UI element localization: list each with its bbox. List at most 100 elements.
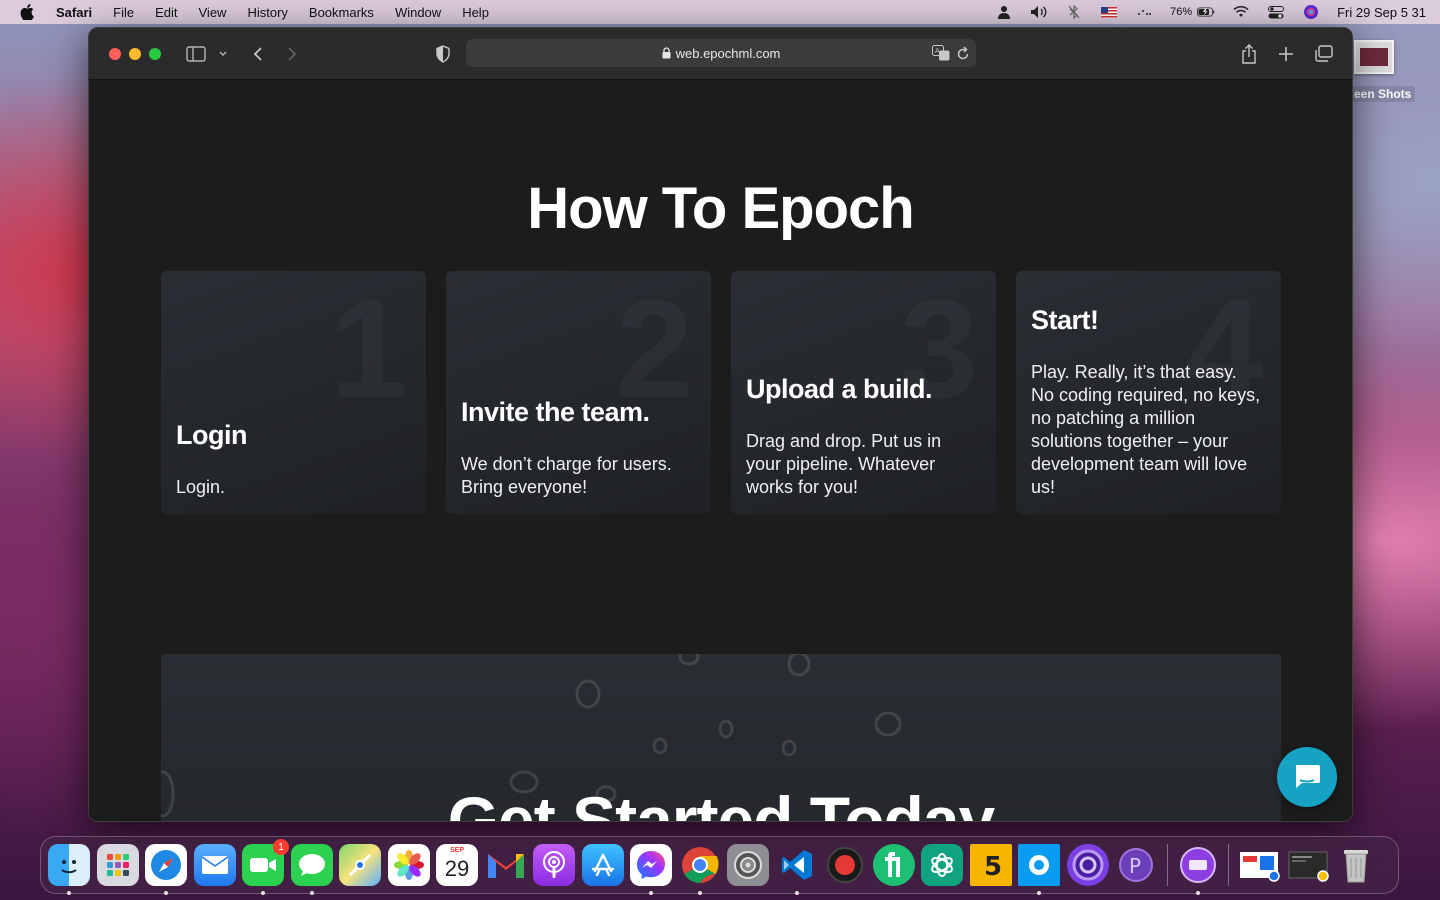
launchpad-icon[interactable] — [96, 844, 139, 886]
minimize-window-button[interactable] — [129, 48, 141, 60]
back-icon[interactable] — [252, 44, 264, 64]
card-heading: Start! — [1031, 305, 1099, 335]
window-stack-icon[interactable] — [1287, 844, 1329, 886]
svg-text:5: 5 — [984, 852, 1002, 881]
chatgpt-icon[interactable] — [921, 844, 963, 886]
gmail-icon[interactable] — [485, 844, 527, 886]
card-content: Upload a build. Drag and drop. Put us in… — [746, 374, 978, 499]
dock: 1 SEP 29 5 P — [40, 836, 1399, 895]
calendar-icon[interactable]: SEP 29 — [436, 844, 478, 886]
get-started-heading: Get Started Today — [447, 783, 996, 822]
folder-label: een Shots — [1350, 86, 1416, 102]
chat-widget-button[interactable] — [1277, 747, 1337, 807]
volume-icon[interactable] — [1030, 5, 1048, 19]
calendar-month: SEP — [449, 847, 464, 854]
tab-overview-icon[interactable] — [1314, 44, 1334, 64]
finder-icon[interactable] — [48, 844, 90, 895]
address-bar[interactable]: web.epochml.com A — [466, 39, 976, 67]
card-description: Play. Really, it’s that easy. No coding … — [1031, 362, 1261, 497]
share-icon[interactable] — [1241, 44, 1257, 64]
card-content: Start! Play. Really, it’s that easy. No … — [1031, 305, 1263, 499]
menu-history[interactable]: History — [247, 5, 287, 20]
mail-icon[interactable] — [193, 844, 236, 886]
fiverr-icon[interactable] — [872, 844, 915, 886]
dock-separator — [1228, 844, 1229, 886]
privacy-shield-icon[interactable] — [435, 44, 451, 64]
step-card-login: 1 Login Login. — [161, 271, 426, 514]
web-page: How To Epoch 1 Login Login. 2 Invite the… — [89, 81, 1352, 822]
url-text: web.epochml.com — [675, 45, 781, 61]
close-window-button[interactable] — [109, 48, 121, 60]
dots-menu-icon[interactable] — [1135, 5, 1153, 19]
step-card-invite: 2 Invite the team. We don’t charge for u… — [446, 271, 711, 514]
card-description: Drag and drop. Put us in your pipeline. … — [746, 431, 942, 497]
reload-icon[interactable] — [956, 45, 970, 64]
menu-view[interactable]: View — [199, 5, 227, 20]
menu-help[interactable]: Help — [462, 5, 489, 20]
user-icon[interactable] — [995, 5, 1013, 19]
calendar-day: 29 — [444, 856, 470, 881]
battery-icon[interactable] — [1197, 5, 1215, 19]
step-card-upload: 3 Upload a build. Drag and drop. Put us … — [731, 271, 996, 514]
battery-percentage: 76% — [1170, 6, 1193, 18]
apple-icon[interactable] — [20, 4, 36, 20]
menu-file[interactable]: File — [113, 5, 134, 20]
dock-separator — [1166, 844, 1168, 886]
step-card-start: 4 Start! Play. Really, it’s that easy. N… — [1016, 271, 1281, 514]
forward-icon[interactable] — [286, 44, 298, 64]
us-flag-icon[interactable] — [1100, 5, 1118, 19]
sidebar-toggle-icon[interactable] — [186, 44, 206, 64]
card-content: Invite the team. We don’t charge for use… — [461, 397, 693, 499]
translate-icon[interactable]: A — [932, 45, 950, 64]
messages-icon[interactable] — [290, 844, 333, 895]
menu-bar: Safari File Edit View History Bookmarks … — [0, 0, 1440, 24]
menu-window[interactable]: Window — [395, 5, 441, 20]
wifi-icon[interactable] — [1232, 5, 1250, 19]
card-number: 1 — [330, 279, 408, 419]
safari-icon[interactable] — [145, 844, 187, 895]
folder-thumbnail — [1354, 40, 1394, 74]
record-icon[interactable] — [824, 844, 866, 886]
card-content: Login Login. — [176, 420, 408, 499]
menu-app-name[interactable]: Safari — [56, 5, 92, 20]
screenshot-stack-icon[interactable] — [1238, 844, 1280, 886]
svg-text:P: P — [1129, 854, 1141, 878]
maps-icon[interactable] — [339, 844, 381, 886]
menu-edit[interactable]: Edit — [155, 5, 177, 20]
lock-icon — [662, 47, 671, 59]
storage-app-icon[interactable] — [1177, 844, 1219, 895]
p-app-icon[interactable]: P — [1115, 844, 1157, 886]
podcast-app-icon[interactable] — [1066, 844, 1109, 886]
get-started-banner: Get Started Today — [161, 654, 1281, 822]
chrome-icon[interactable] — [679, 844, 721, 895]
html5-icon[interactable]: 5 — [969, 844, 1012, 886]
browser-toolbar: web.epochml.com A — [89, 28, 1352, 80]
desktop-screenshots-folder[interactable]: een Shots — [1346, 30, 1440, 110]
facetime-badge: 1 — [273, 839, 289, 855]
steps-cards: 1 Login Login. 2 Invite the team. We don… — [161, 271, 1281, 514]
control-center-icon[interactable] — [1267, 5, 1285, 19]
new-tab-icon[interactable] — [1278, 44, 1294, 64]
bluetooth-off-icon[interactable] — [1065, 5, 1083, 19]
card-description: We don’t charge for users. Bring everyon… — [461, 454, 672, 497]
system-preferences-icon[interactable] — [727, 844, 769, 886]
card-description: Login. — [176, 477, 226, 497]
menubar-clock[interactable]: Fri 29 Sep 5 31 — [1337, 5, 1426, 20]
circle-app-icon[interactable] — [1018, 844, 1060, 895]
photos-icon[interactable] — [387, 844, 430, 886]
vscode-icon[interactable] — [776, 844, 818, 895]
podcasts-icon[interactable] — [533, 844, 575, 886]
chevron-down-icon[interactable] — [218, 44, 228, 64]
menu-bookmarks[interactable]: Bookmarks — [309, 5, 374, 20]
svg-text:A: A — [935, 47, 940, 55]
safari-window: web.epochml.com A How To Epoch 1 Login — [88, 27, 1353, 822]
app-store-icon[interactable] — [581, 844, 624, 886]
siri-icon[interactable] — [1302, 5, 1320, 19]
facetime-icon[interactable]: 1 — [242, 839, 289, 895]
trash-icon[interactable] — [1335, 844, 1377, 886]
card-heading: Login — [176, 420, 247, 450]
maximize-window-button[interactable] — [149, 48, 161, 60]
page-title: How To Epoch — [527, 176, 914, 241]
messenger-icon[interactable] — [630, 844, 672, 895]
card-heading: Upload a build. — [746, 374, 933, 404]
